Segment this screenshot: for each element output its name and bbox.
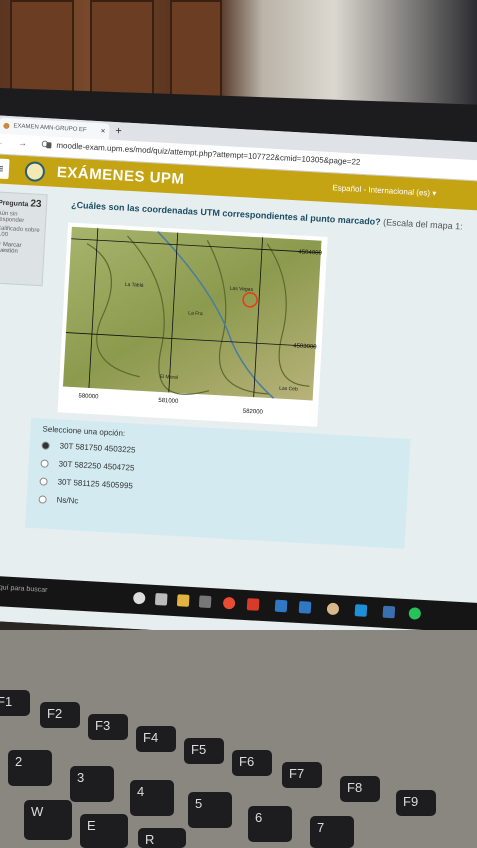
question-status: Aún sin responder <box>0 210 25 225</box>
key-f1[interactable]: F1 <box>0 690 30 716</box>
key-w[interactable]: W <box>24 800 72 840</box>
key-4[interactable]: 4 <box>130 780 174 816</box>
key-5[interactable]: 5 <box>188 792 232 828</box>
laptop-keyboard-deck: F1 F2 F3 F4 F5 F6 F7 F8 F9 2 3 4 5 6 7 W… <box>0 630 477 848</box>
store-icon[interactable] <box>198 595 212 609</box>
app-icon[interactable] <box>326 602 340 616</box>
map-x-label: 582000 <box>243 409 264 416</box>
skype-icon[interactable] <box>354 604 368 617</box>
key-7[interactable]: 7 <box>310 816 354 848</box>
map-place-name: El Moral <box>159 374 178 381</box>
map-place-name: Las Vegas <box>230 286 254 293</box>
key-f7[interactable]: F7 <box>282 762 322 788</box>
question-grade: Calificado sobre 1.00 <box>0 225 40 239</box>
question-number: Pregunta 23 <box>0 198 42 211</box>
key-6[interactable]: 6 <box>248 806 292 842</box>
question-info-panel: Pregunta 23 Aún sin responder Calificado… <box>0 191 48 287</box>
map-place-name: La Fra <box>188 310 203 317</box>
flag-question-link[interactable]: ⚑ Marcar cuestión <box>0 241 40 256</box>
map-x-label: 581000 <box>158 398 179 405</box>
close-tab-icon[interactable]: × <box>100 123 106 139</box>
whatsapp-icon[interactable] <box>408 607 422 620</box>
favicon-icon <box>3 122 10 130</box>
key-3[interactable]: 3 <box>70 766 114 802</box>
radio-button[interactable] <box>38 495 47 504</box>
page-content: Pregunta 23 Aún sin responder Calificado… <box>0 182 477 649</box>
key-f4[interactable]: F4 <box>136 726 176 752</box>
cabinet-door <box>90 0 154 99</box>
chrome-icon[interactable] <box>222 596 236 610</box>
cabinet-door <box>170 0 222 99</box>
app-icon[interactable] <box>246 598 260 611</box>
menu-icon[interactable]: ≡ <box>0 158 10 180</box>
key-r[interactable]: R <box>138 828 186 848</box>
map-place-name: Las Ceb <box>279 386 298 393</box>
task-view-icon[interactable] <box>154 592 168 606</box>
app-icon[interactable] <box>382 605 396 619</box>
map-place-name: La Tablá <box>125 282 144 289</box>
new-tab-button[interactable]: + <box>115 122 122 140</box>
key-e[interactable]: E <box>80 814 128 848</box>
site-title[interactable]: EXÁMENES UPM <box>56 164 184 188</box>
key-2[interactable]: 2 <box>8 750 52 786</box>
laptop-screen: EXAMEN AMN-GRUPO EF × + ← → C moodle-exa… <box>0 115 477 649</box>
key-f8[interactable]: F8 <box>340 776 380 802</box>
cabinet-door <box>10 0 74 99</box>
radio-button[interactable] <box>40 459 49 468</box>
key-f2[interactable]: F2 <box>40 702 80 728</box>
key-f9[interactable]: F9 <box>396 790 436 816</box>
map-y-label: 4503000 <box>293 343 317 350</box>
cortana-icon[interactable] <box>132 591 146 605</box>
language-selector[interactable]: Español - Internacional (es) ▾ <box>332 183 436 198</box>
outlook-icon[interactable] <box>274 599 288 613</box>
map-y-label: 4504000 <box>298 249 322 256</box>
file-explorer-icon[interactable] <box>176 594 190 607</box>
key-f6[interactable]: F6 <box>232 750 272 776</box>
radio-button[interactable] <box>39 477 48 486</box>
topographic-map: 4504000 4503000 580000 581000 582000 La … <box>57 222 328 427</box>
lock-icon <box>46 142 52 149</box>
map-svg: 4504000 4503000 580000 581000 582000 La … <box>62 226 323 416</box>
mail-icon[interactable] <box>298 601 312 614</box>
radio-button-selected[interactable] <box>41 441 50 450</box>
key-f5[interactable]: F5 <box>184 738 224 764</box>
upm-logo <box>24 161 46 183</box>
key-f3[interactable]: F3 <box>88 714 128 740</box>
tab-title: EXAMEN AMN-GRUPO EF <box>13 123 87 134</box>
taskbar-search[interactable]: Escribe aquí para buscar <box>0 583 48 594</box>
map-x-label: 580000 <box>78 393 99 400</box>
